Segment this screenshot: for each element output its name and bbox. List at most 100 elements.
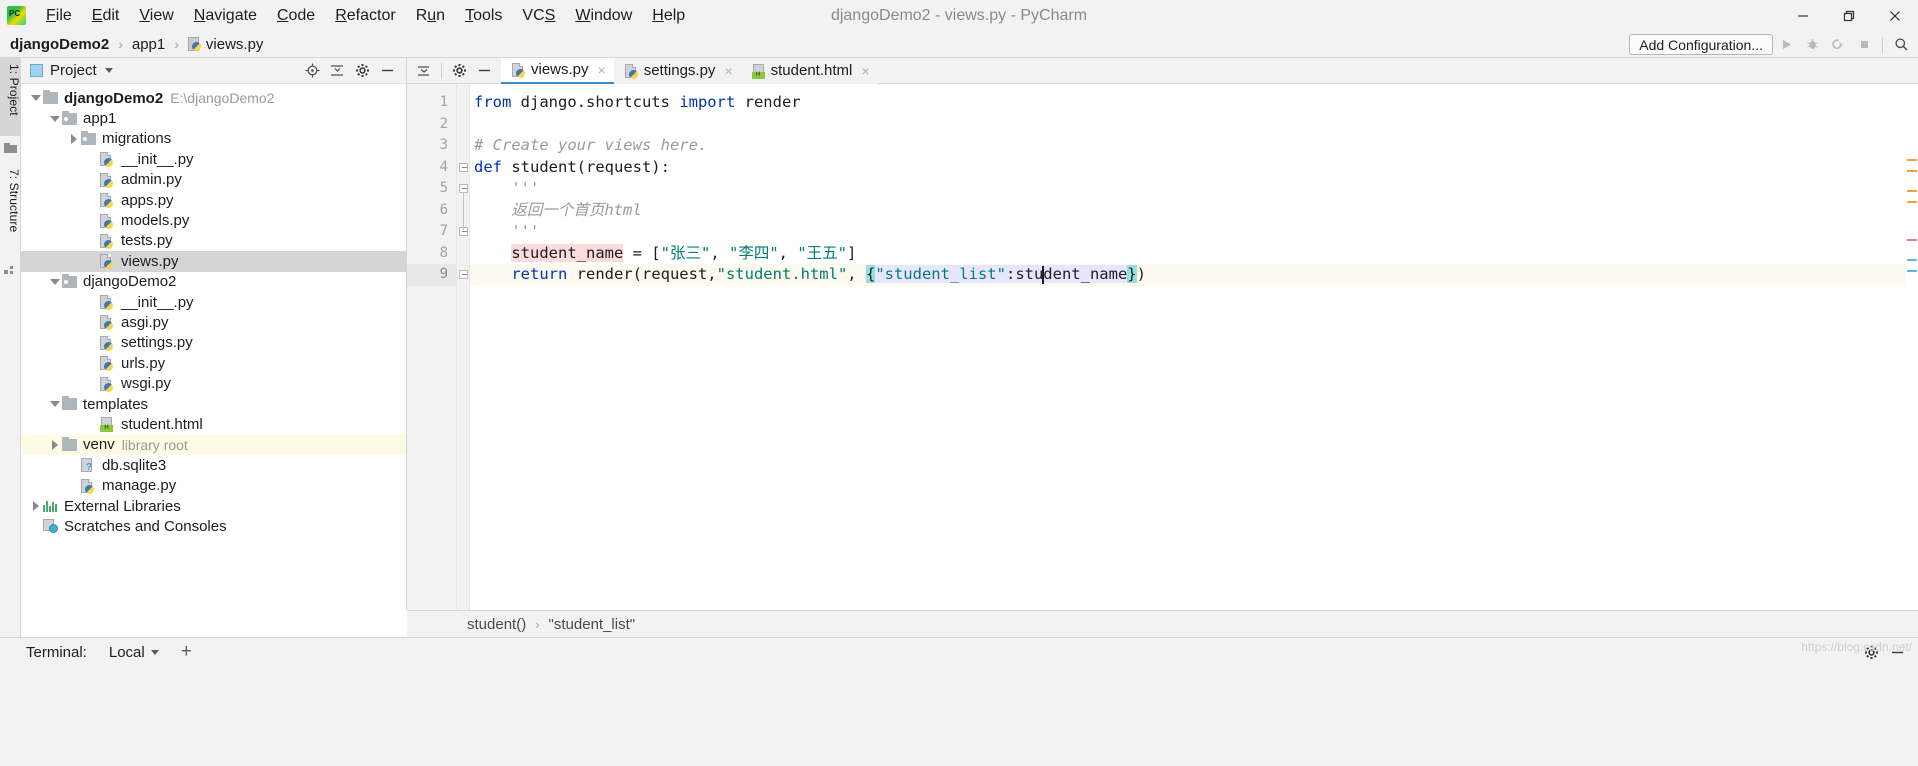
tree-item-app1[interactable]: app1 [21,108,406,128]
menu-edit[interactable]: Edit [82,0,130,31]
tree-item-models-py[interactable]: models.py [21,210,406,230]
tree-item-djangodemo2[interactable]: djangoDemo2 E:\djangoDemo2 [21,88,406,108]
run-icon[interactable] [1773,31,1799,58]
chevron-right-icon[interactable] [67,133,80,144]
code-line[interactable]: ''' [470,221,1918,243]
chevron-down-icon[interactable] [29,95,42,102]
tool-window-structure[interactable]: 7: Structure [0,163,21,255]
editor-tab-settings-py[interactable]: settings.py × [613,57,741,84]
debug-icon[interactable] [1799,31,1825,58]
tree-item-templates[interactable]: templates [21,394,406,414]
close-tab-icon[interactable]: × [861,63,869,79]
tree-item-asgi-py[interactable]: asgi.py [21,312,406,332]
menu-tools[interactable]: Tools [455,0,512,31]
code-line[interactable]: ''' [470,178,1918,200]
code-token: import [679,93,736,111]
locate-icon[interactable] [300,58,325,84]
editor-breadcrumb-function[interactable]: student() [467,616,526,633]
tree-item-admin-py[interactable]: admin.py [21,170,406,190]
project-panel-bottom-fill [0,610,407,637]
tree-item-init-py[interactable]: __init__.py [21,149,406,169]
editor-breadcrumb-key[interactable]: "student_list" [549,616,636,633]
menu-vcs[interactable]: VCS [512,0,565,31]
fold-marker[interactable] [459,184,468,193]
chevron-down-icon[interactable] [150,649,159,655]
close-tab-icon[interactable]: × [598,62,606,78]
menu-run[interactable]: Run [406,0,455,31]
code-editor[interactable]: from django.shortcuts import render # Cre… [470,84,1918,610]
breadcrumb-separator: › [118,36,123,52]
chevron-down-icon[interactable] [104,68,113,73]
editor-tab-student-html[interactable]: Hstudent.html × [740,57,878,84]
menu-help[interactable]: Help [642,0,695,31]
collapse-all-icon[interactable] [325,58,350,84]
close-tab-icon[interactable]: × [724,63,732,79]
plus-icon[interactable]: + [181,641,192,663]
breadcrumb-file[interactable]: views.py [186,36,266,53]
menu-refactor[interactable]: Refactor [325,0,405,31]
minimize-icon[interactable] [1780,0,1826,31]
editor-gutter[interactable]: 1 2 3 4 5 6 7 8 9 [407,84,457,610]
menu-navigate[interactable]: Navigate [184,0,267,31]
tree-item-db-sqlite3[interactable]: ? db.sqlite3 [21,455,406,475]
chevron-down-icon[interactable] [48,278,61,285]
menu-code[interactable]: Code [267,0,325,31]
run-with-coverage-icon[interactable] [1825,31,1851,58]
tree-item-urls-py[interactable]: urls.py [21,353,406,373]
search-icon[interactable] [1888,31,1914,58]
menu-window[interactable]: Window [565,0,642,31]
chevron-right-icon[interactable] [48,439,61,450]
menu-view[interactable]: View [129,0,183,31]
tree-item-migrations[interactable]: migrations [21,129,406,149]
code-line[interactable]: return render(request,"student.html", {"… [470,264,1918,286]
add-configuration-button[interactable]: Add Configuration... [1629,34,1773,55]
tree-item-init-py[interactable]: __init__.py [21,292,406,312]
editor-error-stripe[interactable] [1905,84,1918,610]
tree-item-scratches-and-consoles[interactable]: Scratches and Consoles [21,516,406,536]
tree-item-apps-py[interactable]: apps.py [21,190,406,210]
terminal-tool-button[interactable]: Terminal: Local + [0,638,1918,666]
menu-file[interactable]: File [36,0,82,31]
project-tree[interactable]: djangoDemo2 E:\djangoDemo2 app1 migrations _… [21,84,406,537]
tree-item-external-libraries[interactable]: External Libraries [21,496,406,516]
code-line[interactable]: # Create your views here. [470,135,1918,157]
breadcrumb-app1[interactable]: app1 [130,36,167,53]
tree-item-settings-py[interactable]: settings.py [21,333,406,353]
tree-item-djangodemo2[interactable]: djangoDemo2 [21,272,406,292]
restore-icon[interactable] [1826,0,1872,31]
close-icon[interactable] [1872,0,1918,31]
code-token: student(request): [502,157,670,176]
tree-item-venv[interactable]: venv library root [21,434,406,456]
code-line[interactable]: from django.shortcuts import render [470,92,1918,114]
code-line[interactable]: 返回一个首页html [470,200,1918,222]
tree-item-student-html[interactable]: Hstudent.html [21,414,406,434]
code-line[interactable]: def student(request): [470,157,1918,179]
hide-icon[interactable] [472,58,497,84]
chevron-down-icon[interactable] [48,401,61,408]
chevron-down-icon[interactable] [48,115,61,122]
editor-tab-views-py[interactable]: views.py × [501,57,614,84]
tool-window-project[interactable]: 1: Project [0,58,21,136]
tree-item-tests-py[interactable]: tests.py [21,231,406,251]
code-line[interactable] [470,114,1918,136]
code-token: , [778,243,798,262]
editor-area: views.py × settings.py × Hstudent.html × 1 2 3 4… [407,57,1918,610]
tree-item-views-py[interactable]: views.py [21,251,406,272]
terminal-local-label[interactable]: Local [109,644,145,661]
fold-marker[interactable] [459,270,468,279]
fold-marker[interactable] [459,162,468,172]
settings-icon[interactable] [350,58,375,84]
code-line[interactable]: student_name = ["张三", "李四", "王五"] [470,243,1918,265]
stop-icon[interactable] [1851,31,1877,58]
tree-item-manage-py[interactable]: manage.py [21,475,406,495]
settings-icon[interactable] [447,58,472,84]
python-file-icon [99,294,116,311]
code-token: "student_list" [875,265,1006,283]
tree-item-wsgi-py[interactable]: wsgi.py [21,373,406,393]
chevron-right-icon[interactable] [29,501,42,511]
code-token: = [ [623,243,661,262]
breadcrumb-project[interactable]: djangoDemo2 [0,36,111,53]
editor-fold-column[interactable] [457,84,470,610]
expand-collapse-icon[interactable] [411,58,436,84]
hide-icon[interactable] [375,58,400,84]
